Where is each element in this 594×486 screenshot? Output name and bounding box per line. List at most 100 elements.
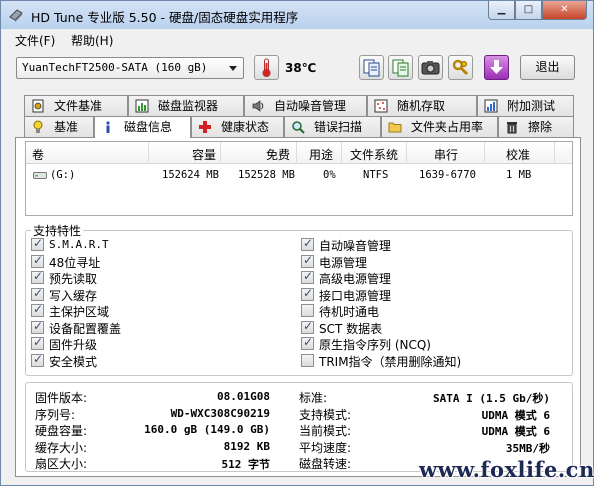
cell-usage: 0% [323, 169, 336, 181]
checkbox[interactable] [31, 335, 44, 350]
copy-info-button[interactable] [359, 55, 384, 80]
checkbox[interactable] [301, 304, 314, 317]
serial-value: WD-WXC308C90219 [170, 406, 270, 420]
column-divider[interactable] [148, 142, 149, 164]
checkbox[interactable] [31, 286, 44, 301]
standard-value: SATA I (1.5 Gb/秒) [433, 392, 550, 405]
info-icon [106, 121, 110, 133]
col-free[interactable]: 免费 [266, 146, 290, 163]
firmware-value: 08.01G08 [217, 390, 270, 403]
checkbox[interactable] [31, 302, 44, 317]
tab-label: 基准 [54, 120, 79, 134]
minimize-button[interactable]: ▁ [488, 1, 515, 20]
maximize-button[interactable]: □ [515, 1, 542, 20]
tab-label: 文件夹占用率 [411, 120, 484, 134]
download-arrow-icon [490, 60, 503, 74]
col-usage[interactable]: 用途 [309, 146, 333, 163]
tab-label: 磁盘信息 [124, 120, 173, 134]
col-calibration[interactable]: 校准 [506, 146, 530, 163]
supported-mode-value: UDMA 模式 6 [481, 408, 550, 422]
screenshot-button[interactable] [418, 55, 443, 80]
benchmark-icon [33, 120, 43, 133]
feature-label: 48位寻址 [49, 255, 101, 270]
hd-tune-app-icon [9, 9, 23, 22]
tabs-bottom-row: 基准 磁盘信息 健康状态 错误扫描 文件夹占用率 擦除 [24, 116, 574, 138]
column-divider[interactable] [220, 142, 221, 164]
checkbox[interactable] [301, 319, 314, 334]
checkbox[interactable] [301, 236, 314, 251]
title-bar[interactable]: HD Tune 专业版 5.50 - 硬盘/固态硬盘实用程序 ▁ □ ✕ [1, 1, 593, 29]
checkbox[interactable] [31, 236, 44, 251]
tab-benchmark[interactable]: 基准 [24, 116, 94, 137]
feature-label: 预先读取 [49, 272, 98, 286]
checkbox[interactable] [31, 253, 44, 268]
tab-label: 文件基准 [54, 99, 103, 113]
drive-select-value: YuanTechFT2500-SATA (160 gB) [22, 61, 208, 74]
checkbox[interactable] [301, 335, 314, 350]
column-divider[interactable] [341, 142, 342, 164]
drive-select[interactable]: YuanTechFT2500-SATA (160 gB) [16, 57, 244, 79]
copy-all-button[interactable] [388, 55, 413, 80]
serial-label: 序列号: [35, 407, 76, 422]
cell-serial: 1639-6770 [419, 169, 476, 181]
checkbox[interactable] [31, 319, 44, 334]
checkbox[interactable] [31, 352, 44, 367]
close-button[interactable]: ✕ [542, 1, 587, 20]
file-benchmark-icon [32, 99, 44, 113]
standard-label: 标准: [299, 391, 328, 405]
tab-erase[interactable]: 擦除 [498, 116, 574, 137]
col-capacity[interactable]: 容量 [192, 146, 216, 163]
tab-extra-tests[interactable]: 附加测试 [477, 95, 574, 116]
tab-disk-monitor[interactable]: 磁盘监视器 [128, 95, 244, 116]
col-serial[interactable]: 串行 [434, 146, 458, 163]
cell-free: 152528 MB [238, 169, 295, 181]
column-divider[interactable] [296, 142, 297, 164]
feature-label: 设备配置覆盖 [49, 321, 122, 336]
random-access-icon [374, 99, 388, 113]
feature-label: TRIM指令（禁用删除通知) [319, 354, 462, 369]
cell-volume: (G:) [50, 169, 76, 181]
feature-label: 自动噪音管理 [319, 239, 392, 253]
column-divider[interactable] [554, 142, 555, 164]
feature-label: 写入缓存 [49, 288, 98, 303]
options-button[interactable] [448, 55, 473, 80]
menu-file[interactable]: 文件(F) [15, 32, 55, 49]
folder-icon [388, 122, 402, 133]
checkbox[interactable] [31, 269, 44, 284]
disk-monitor-icon [135, 99, 149, 113]
tab-random-access[interactable]: 随机存取 [367, 95, 477, 116]
disk-info-panel: 卷 容量 免费 用途 文件系统 串行 校准 (G:) 152624 MB 152… [15, 137, 581, 477]
table-row[interactable]: (G:) 152624 MB 152528 MB 0% NTFS 1639-67… [26, 168, 572, 184]
checkbox[interactable] [301, 269, 314, 284]
col-filesystem[interactable]: 文件系统 [350, 146, 398, 163]
tab-error-scan[interactable]: 错误扫描 [284, 116, 381, 137]
column-divider[interactable] [484, 142, 485, 164]
temperature-readout: 38℃ [285, 61, 317, 75]
col-volume[interactable]: 卷 [32, 146, 44, 163]
tab-label: 附加测试 [507, 99, 556, 113]
sector-label: 扇区大小: [35, 457, 88, 471]
tab-noise-management[interactable]: 自动噪音管理 [244, 95, 367, 116]
tab-health[interactable]: 健康状态 [191, 116, 284, 137]
exit-button[interactable]: 退出 [520, 55, 575, 80]
column-divider[interactable] [406, 142, 407, 164]
save-download-button[interactable] [484, 55, 509, 80]
checkbox[interactable] [301, 253, 314, 268]
menu-help[interactable]: 帮助(H) [71, 32, 113, 49]
current-mode-value: UDMA 模式 6 [481, 425, 550, 438]
thermometer-icon [262, 58, 271, 77]
menu-bar: 文件(F) 帮助(H) [1, 29, 593, 49]
feature-label: 接口电源管理 [319, 288, 392, 303]
tab-file-benchmark[interactable]: 文件基准 [24, 95, 128, 116]
toolbar: YuanTechFT2500-SATA (160 gB) 38℃ 退出 [1, 50, 593, 90]
tab-disk-info[interactable]: 磁盘信息 [94, 116, 191, 138]
capacity-value: 160.0 gB (149.0 GB) [144, 423, 270, 436]
tab-folder-usage[interactable]: 文件夹占用率 [381, 116, 498, 137]
temperature-button[interactable] [254, 55, 279, 80]
checkbox[interactable] [301, 353, 314, 367]
tab-label: 错误扫描 [314, 120, 363, 134]
cell-filesystem: NTFS [363, 169, 389, 181]
checkbox[interactable] [301, 286, 314, 301]
window-controls: ▁ □ ✕ [488, 1, 587, 21]
chevron-down-icon [229, 66, 237, 71]
